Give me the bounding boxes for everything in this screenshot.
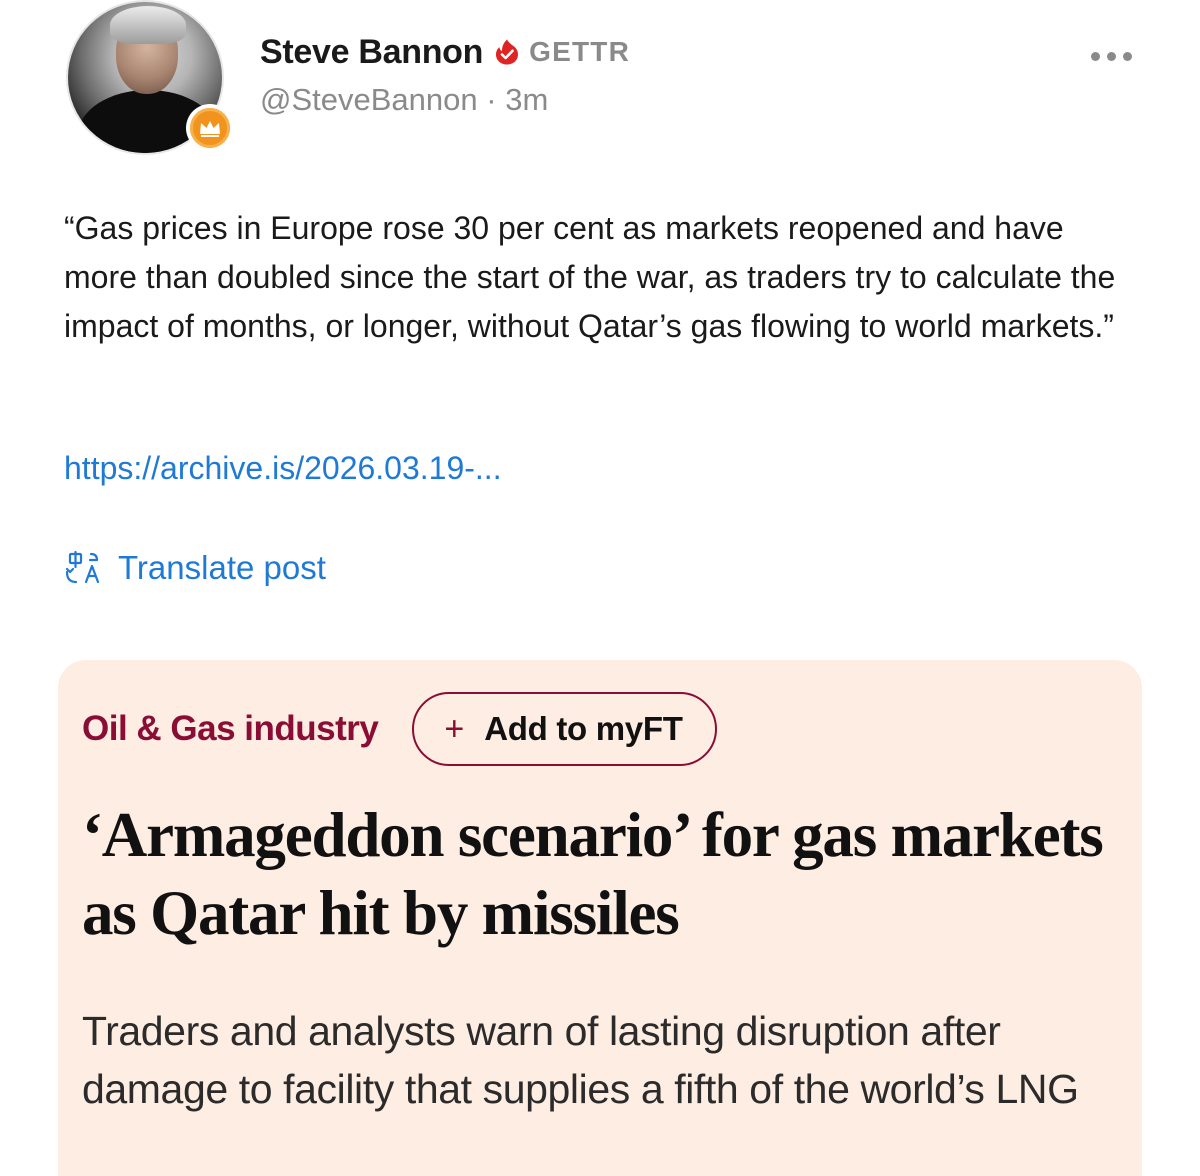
verified-badge-icon [496, 39, 519, 65]
post-text: “Gas prices in Europe rose 30 per cent a… [64, 210, 1116, 344]
more-dot-icon [1106, 51, 1116, 61]
avatar-hair-shape [110, 6, 186, 44]
more-dot-icon [1090, 51, 1100, 61]
author-name-row: Steve Bannon GETTR [260, 30, 630, 74]
article-headline[interactable]: ‘Armageddon scenario’ for gas markets as… [82, 796, 1122, 952]
translate-post-button[interactable]: Translate post [64, 546, 326, 590]
meta-separator: · [486, 82, 497, 117]
author-name[interactable]: Steve Bannon [260, 33, 483, 72]
post-timestamp[interactable]: 3m [505, 82, 548, 117]
article-topic-row: Oil & Gas industry + Add to myFT [82, 692, 717, 766]
author-avatar-wrapper[interactable] [66, 0, 234, 155]
translate-icon [65, 550, 100, 584]
more-options-button[interactable] [1086, 44, 1136, 68]
translate-post-label: Translate post [118, 549, 326, 586]
article-topic-link[interactable]: Oil & Gas industry [82, 709, 379, 749]
post-link[interactable]: https://archive.is/2026.03.19-... [64, 450, 502, 487]
article-preview-card[interactable]: Oil & Gas industry + Add to myFT ‘Armage… [58, 660, 1142, 1176]
crown-badge [186, 104, 234, 152]
crown-icon [200, 121, 220, 137]
platform-label: GETTR [529, 36, 631, 67]
author-meta: @SteveBannon · 3m [260, 82, 548, 118]
article-standfirst: Traders and analysts warn of lasting dis… [82, 1008, 1079, 1112]
add-to-myft-button[interactable]: + Add to myFT [412, 692, 717, 766]
author-handle[interactable]: @SteveBannon [260, 82, 478, 117]
plus-icon: + [444, 710, 465, 748]
more-dot-icon [1122, 51, 1132, 61]
add-to-myft-label: Add to myFT [484, 710, 683, 747]
